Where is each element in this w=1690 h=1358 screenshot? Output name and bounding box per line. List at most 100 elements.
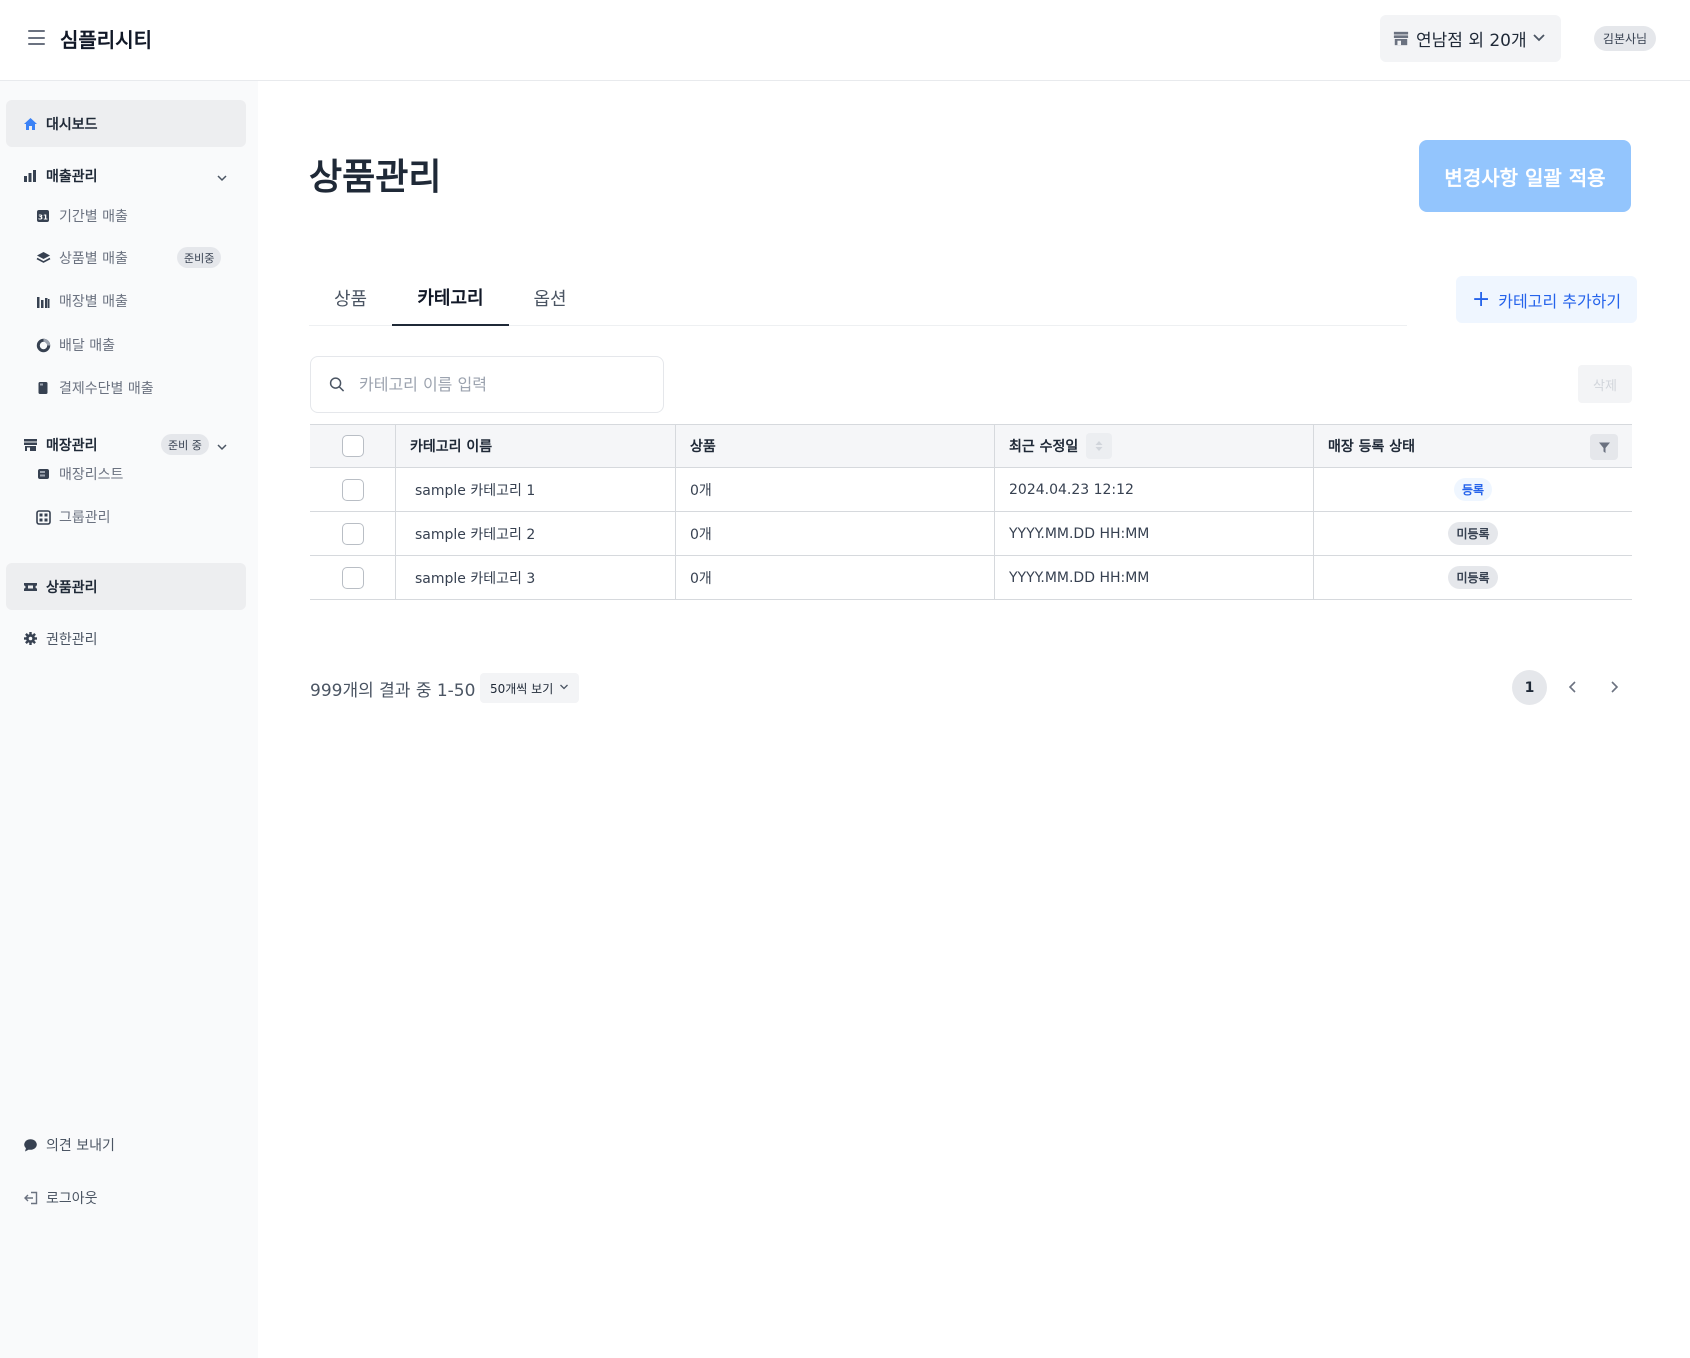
sidebar-item-delivery-sales[interactable]: 배달 매출	[30, 327, 240, 363]
sidebar-item-sales-by-store[interactable]: 매장별 매출	[30, 283, 240, 319]
column-header-products: 상품	[675, 425, 994, 467]
sidebar-item-label: 로그아웃	[46, 1190, 98, 1207]
sidebar-item-label: 배달 매출	[59, 338, 115, 354]
status-badge: 등록	[1453, 478, 1493, 501]
tab-bar: 상품 카테고리 옵션	[309, 270, 1407, 326]
status-cell: 등록	[1313, 468, 1632, 511]
sidebar-item-sales[interactable]: 매출관리	[6, 152, 246, 199]
sidebar-item-label: 그룹관리	[59, 510, 111, 526]
sidebar-item-sales-by-payment[interactable]: 결제수단별 매출	[30, 370, 240, 406]
product-count: 0개	[675, 468, 994, 511]
result-count: 999개의 결과 중 1-50	[310, 681, 476, 701]
sidebar-item-feedback[interactable]: 의견 보내기	[6, 1121, 246, 1168]
table-row[interactable]: sample 카테고리 3 0개 YYYY.MM.DD HH:MM 미등록	[310, 556, 1632, 600]
sidebar-item-dashboard[interactable]: 대시보드	[6, 100, 246, 147]
ticket-icon	[22, 579, 38, 595]
row-select-cell	[310, 468, 395, 511]
user-badge[interactable]: 김본사님	[1594, 26, 1656, 51]
updated-date: YYYY.MM.DD HH:MM	[994, 556, 1313, 599]
sidebar-item-logout[interactable]: 로그아웃	[6, 1174, 246, 1221]
column-header-label: 매장 등록 상태	[1328, 439, 1416, 455]
page-number-current[interactable]: 1	[1512, 670, 1547, 705]
gear-icon	[22, 631, 38, 647]
per-page-select[interactable]: 50개씩 보기	[480, 673, 579, 703]
add-category-button[interactable]: + 카테고리 추가하기	[1456, 276, 1637, 323]
card-icon	[35, 380, 51, 396]
search-icon	[329, 377, 345, 393]
chat-bubble-icon	[22, 1137, 38, 1153]
column-header-updated: 최근 수정일	[994, 425, 1313, 467]
store-list-icon	[35, 466, 51, 482]
status-badge: 미등록	[1448, 566, 1498, 589]
column-header-label: 최근 수정일	[1009, 439, 1079, 455]
product-count: 0개	[675, 556, 994, 599]
row-checkbox[interactable]	[341, 478, 364, 501]
add-category-label: 카테고리 추가하기	[1498, 291, 1622, 311]
sidebar-item-label: 매장별 매출	[59, 294, 128, 310]
sort-icon[interactable]	[1086, 433, 1113, 459]
table-row[interactable]: sample 카테고리 2 0개 YYYY.MM.DD HH:MM 미등록	[310, 512, 1632, 556]
row-checkbox[interactable]	[341, 522, 364, 545]
sidebar-item-label: 매장관리	[46, 437, 98, 454]
sidebar-item-products[interactable]: 상품관리	[6, 563, 246, 610]
sidebar-item-label: 매출관리	[46, 168, 98, 185]
category-table: 카테고리 이름 상품 최근 수정일 매장 등록 상태 sample 카테고리 1…	[310, 424, 1632, 600]
layers-icon	[35, 250, 51, 266]
search-input[interactable]	[359, 375, 639, 394]
column-header-status: 매장 등록 상태	[1313, 425, 1632, 467]
top-bar: 심플리시티 연남점 외 20개 김본사님	[0, 0, 1690, 81]
tab-products[interactable]: 상품	[309, 270, 392, 326]
status-cell: 미등록	[1313, 512, 1632, 555]
status-cell: 미등록	[1313, 556, 1632, 599]
chevron-left-icon[interactable]	[1562, 676, 1584, 698]
product-count: 0개	[675, 512, 994, 555]
table-row[interactable]: sample 카테고리 1 0개 2024.04.23 12:12 등록	[310, 468, 1632, 512]
row-select-cell	[310, 512, 395, 555]
sidebar: 대시보드 매출관리 31 기간별 매출 상품별 매출 준비중 매장별 매출 배달…	[0, 81, 258, 1358]
sidebar-item-label: 상품관리	[46, 579, 98, 596]
category-search	[310, 356, 664, 413]
chevron-right-icon[interactable]	[1603, 676, 1625, 698]
chevron-down-icon	[559, 681, 569, 695]
table-header: 카테고리 이름 상품 최근 수정일 매장 등록 상태	[310, 424, 1632, 468]
calendar-icon: 31	[35, 208, 51, 224]
sidebar-item-label: 권한관리	[46, 631, 98, 648]
sidebar-item-label: 결제수단별 매출	[59, 381, 154, 397]
store-selector-label: 연남점 외 20개	[1416, 31, 1527, 51]
delete-button[interactable]: 삭제	[1578, 365, 1632, 403]
donut-icon	[35, 337, 51, 353]
menu-icon[interactable]	[28, 30, 45, 45]
apply-all-changes-button[interactable]: 변경사항 일괄 적용	[1419, 140, 1631, 212]
svg-text:31: 31	[38, 214, 48, 222]
tab-categories[interactable]: 카테고리	[392, 270, 509, 326]
sidebar-item-sales-by-period[interactable]: 31 기간별 매출	[30, 198, 240, 234]
select-all-cell	[310, 425, 395, 467]
category-name: sample 카테고리 1	[395, 468, 675, 511]
row-checkbox[interactable]	[341, 566, 364, 589]
chevron-down-icon	[216, 169, 228, 188]
home-icon	[22, 116, 38, 132]
bars-icon	[35, 293, 51, 309]
bar-chart-icon	[22, 168, 38, 184]
sidebar-item-sales-by-product[interactable]: 상품별 매출 준비중	[30, 240, 240, 276]
page-title: 상품관리	[309, 157, 442, 198]
chevron-down-icon	[1531, 29, 1547, 49]
store-icon	[22, 437, 38, 453]
sidebar-item-store-list[interactable]: 매장리스트	[30, 456, 240, 492]
status-badge: 미등록	[1448, 522, 1498, 545]
sidebar-item-label: 기간별 매출	[59, 209, 128, 225]
store-icon	[1393, 31, 1409, 47]
sidebar-item-label: 매장리스트	[59, 467, 124, 483]
tab-options[interactable]: 옵션	[509, 270, 591, 326]
filter-icon[interactable]	[1590, 434, 1618, 460]
logout-icon	[22, 1190, 38, 1206]
group-icon	[35, 509, 51, 525]
sidebar-item-group-management[interactable]: 그룹관리	[30, 499, 240, 535]
sidebar-item-label: 의견 보내기	[46, 1137, 115, 1154]
select-all-checkbox[interactable]	[341, 435, 364, 457]
column-header-name: 카테고리 이름	[395, 425, 675, 467]
per-page-label: 50개씩 보기	[490, 681, 554, 696]
store-selector[interactable]: 연남점 외 20개	[1380, 15, 1561, 62]
sidebar-item-permissions[interactable]: 권한관리	[6, 615, 246, 662]
app-title: 심플리시티	[60, 28, 152, 52]
